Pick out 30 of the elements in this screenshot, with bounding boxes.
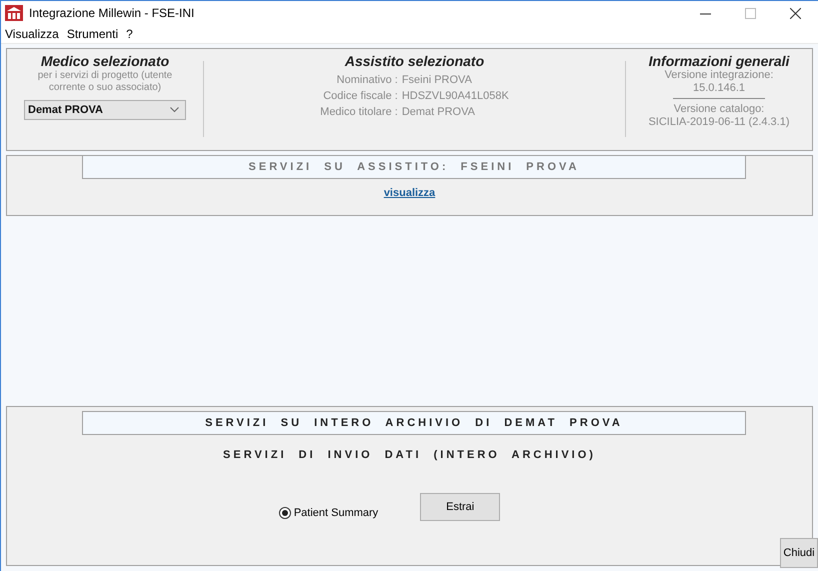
panel-header: SERVIZI SU ASSISTITO: FSEINI PROVA <box>82 156 746 179</box>
version-label: Versione catalogo: <box>674 103 764 116</box>
section-heading: Assistito selezionato <box>344 53 484 69</box>
hint-text: per i servizi di progetto (utente corrente o suo associato) <box>36 70 174 94</box>
section-heading: Medico selezionato <box>40 53 170 69</box>
field-value: Fseini PROVA <box>402 74 473 86</box>
field-value: Demat PROVA <box>402 106 476 118</box>
menu-item[interactable]: ? <box>122 27 137 41</box>
radio-button[interactable] <box>278 507 291 519</box>
section-heading: Informazioni generali <box>648 53 790 69</box>
close-icon[interactable] <box>790 8 801 18</box>
close-button[interactable]: Chiudi <box>780 538 818 568</box>
radio-option[interactable]: Patient Summary <box>278 507 378 519</box>
version-value: 15.0.146.1 <box>693 82 745 95</box>
version-label: Versione integrazione: <box>664 69 774 82</box>
field-label: Codice fiscale : <box>322 90 398 102</box>
app-logo-icon <box>5 5 23 21</box>
field-value: HDSZVL90A41L058K <box>402 90 509 102</box>
menu-item[interactable]: Visualizza <box>1 27 63 41</box>
menu-item[interactable]: Strumenti <box>62 27 122 41</box>
field-label: Nominativo : <box>336 74 398 86</box>
field-label: Medico titolare : <box>320 106 398 118</box>
view-link[interactable]: visualizza <box>384 187 436 199</box>
doctor-dropdown[interactable]: Demat PROVA <box>24 100 186 120</box>
chevron-down-icon <box>170 107 179 113</box>
version-value: SICILIA-2019-06-11 (2.4.3.1) <box>648 116 790 129</box>
panel-header: SERVIZI SU INTERO ARCHIVIO DI DEMAT PROVA <box>82 411 746 435</box>
subsection-title: SERVIZI DI INVIO DATI (INTERO ARCHIVIO) <box>223 449 596 461</box>
window-title: Integrazione Millewin - FSE-INI <box>29 6 196 20</box>
extract-button[interactable]: Estrai <box>420 493 500 521</box>
